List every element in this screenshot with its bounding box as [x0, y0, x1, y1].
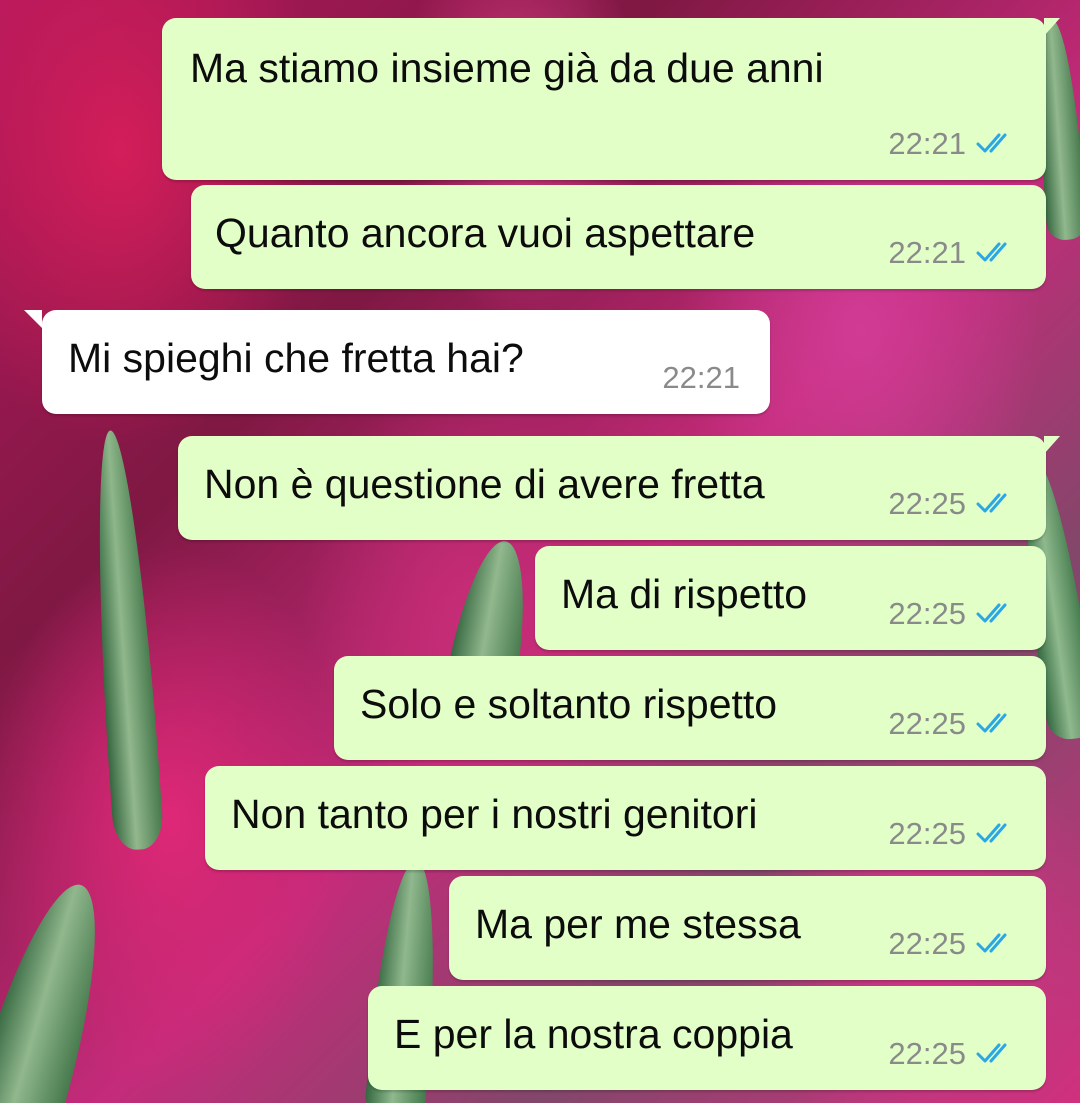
chat-thread[interactable]: Ma stiamo insieme già da due anni 22:21 …	[0, 0, 1080, 1103]
message-bubble-outgoing[interactable]: Solo e soltanto rispetto 22:25	[334, 656, 1046, 760]
double-check-icon	[976, 713, 1007, 733]
message-meta: 22:21	[662, 360, 740, 394]
message-bubble-outgoing[interactable]: Ma di rispetto 22:25	[535, 546, 1046, 650]
double-check-icon	[976, 1043, 1007, 1063]
message-bubble-outgoing[interactable]: Ma stiamo insieme già da due anni 22:21	[162, 18, 1060, 180]
double-check-icon	[976, 242, 1007, 262]
message-meta: 22:25	[888, 816, 1020, 850]
bubble-tail	[1044, 436, 1060, 454]
bubble-tail	[24, 310, 42, 328]
message-text: Ma stiamo insieme già da due anni	[190, 45, 824, 91]
message-text: Mi spieghi che fretta hai?	[68, 335, 524, 381]
message-bubble-outgoing[interactable]: Quanto ancora vuoi aspettare 22:21	[191, 185, 1046, 289]
message-bubble-outgoing[interactable]: Non tanto per i nostri genitori 22:25	[205, 766, 1046, 870]
message-text: Non tanto per i nostri genitori	[231, 791, 758, 837]
message-time: 22:25	[888, 1035, 966, 1071]
message-meta: 22:25	[888, 596, 1020, 630]
message-text: Ma di rispetto	[561, 571, 808, 617]
bubble-tail	[1044, 18, 1060, 36]
message-bubble-incoming[interactable]: Mi spieghi che fretta hai? 22:21	[24, 310, 770, 414]
message-time: 22:21	[888, 234, 966, 270]
message-text: Ma per me stessa	[475, 901, 801, 947]
message-time: 22:21	[888, 125, 966, 161]
message-time: 22:25	[888, 485, 966, 521]
message-meta: 22:25	[888, 706, 1020, 740]
message-bubble-outgoing[interactable]: Non è questione di avere fretta 22:25	[178, 436, 1060, 540]
message-meta: 22:25	[888, 1036, 1020, 1070]
message-time: 22:25	[888, 595, 966, 631]
message-text: E per la nostra coppia	[394, 1011, 793, 1057]
message-meta: 22:21	[888, 126, 1020, 160]
double-check-icon	[976, 823, 1007, 843]
message-text: Quanto ancora vuoi aspettare	[215, 210, 756, 256]
message-text: Solo e soltanto rispetto	[360, 681, 778, 727]
message-bubble-outgoing[interactable]: Ma per me stessa 22:25	[449, 876, 1046, 980]
message-time: 22:21	[662, 359, 740, 395]
message-meta: 22:25	[888, 926, 1020, 960]
message-bubble-outgoing[interactable]: E per la nostra coppia 22:25	[368, 986, 1046, 1090]
double-check-icon	[976, 603, 1007, 623]
message-text: Non è questione di avere fretta	[204, 461, 765, 507]
message-time: 22:25	[888, 705, 966, 741]
double-check-icon	[976, 493, 1007, 513]
message-time: 22:25	[888, 815, 966, 851]
message-time: 22:25	[888, 925, 966, 961]
double-check-icon	[976, 133, 1007, 153]
double-check-icon	[976, 933, 1007, 953]
message-meta: 22:25	[888, 486, 1020, 520]
message-meta: 22:21	[888, 235, 1020, 269]
